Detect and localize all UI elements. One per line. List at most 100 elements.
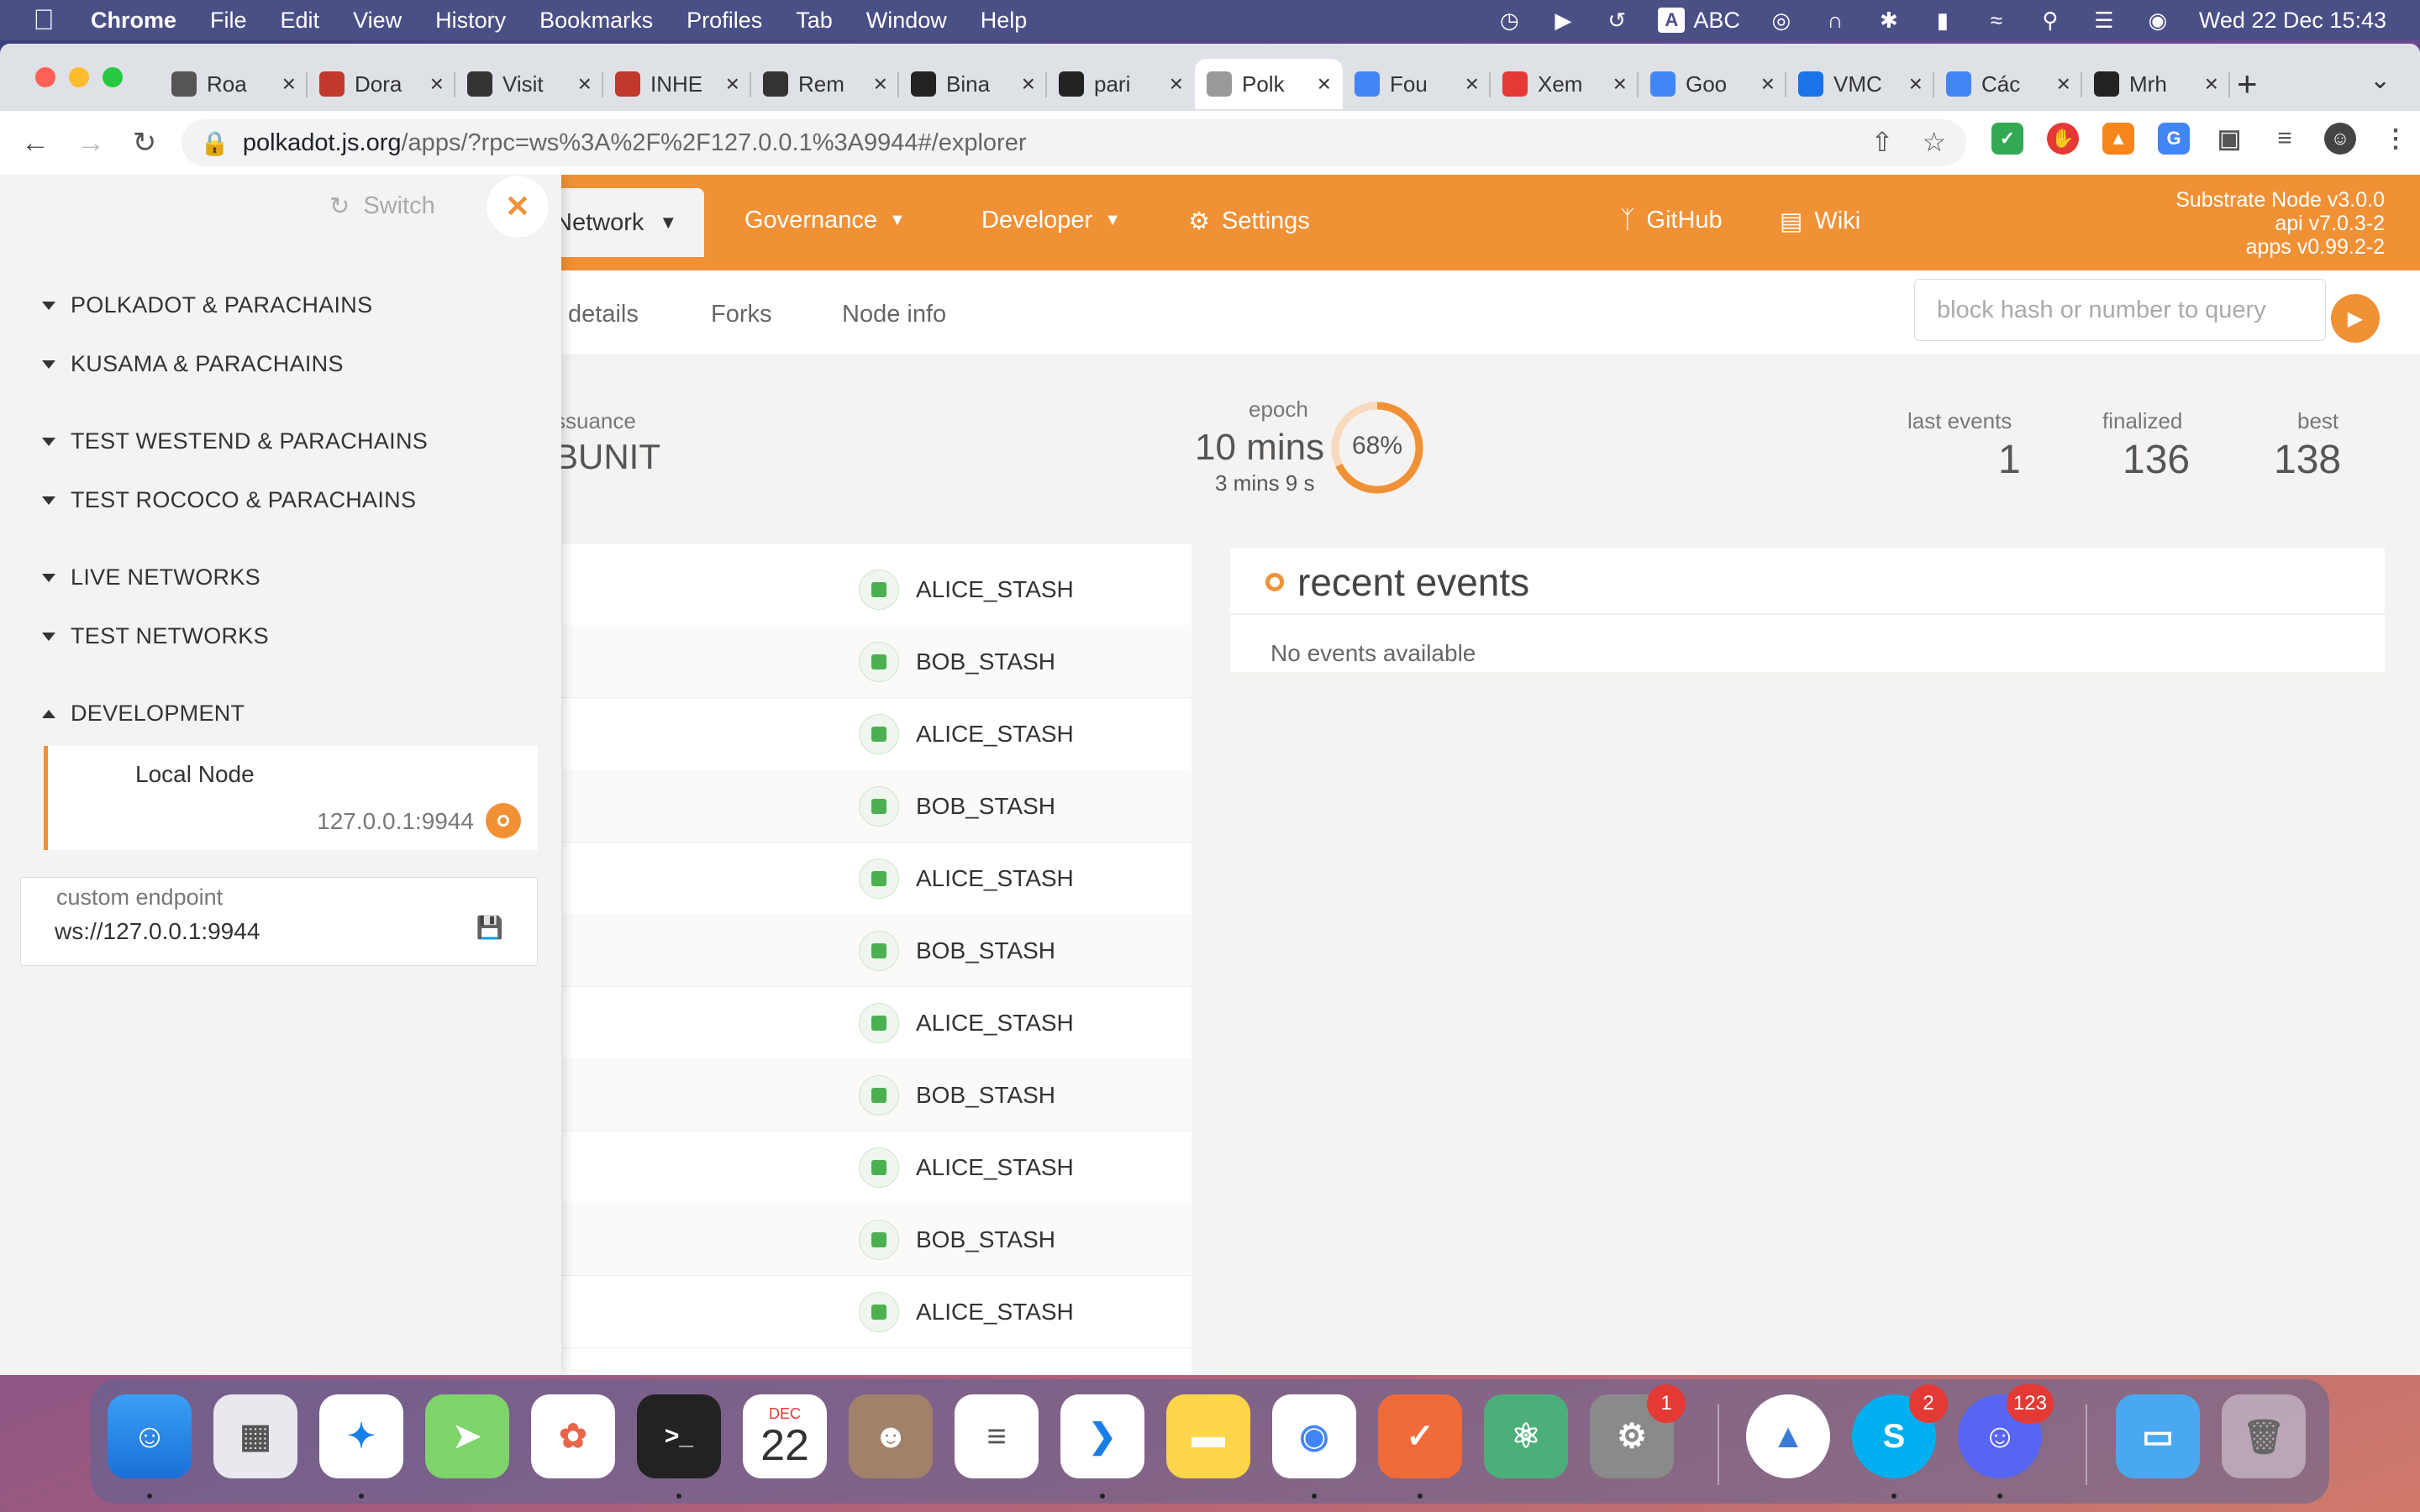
group-rococo[interactable]: TEST ROCOCO & PARACHAINS [42, 487, 416, 513]
browser-tab[interactable]: Visit × [455, 59, 603, 109]
menu-help[interactable]: Help [981, 8, 1028, 34]
postman-icon[interactable]: ✓ [1378, 1394, 1462, 1478]
block-author[interactable]: ALICE_STASH [916, 721, 1074, 748]
browser-tab[interactable]: Xem × [1491, 59, 1639, 109]
block-author[interactable]: BOB_STASH [916, 793, 1055, 820]
tab-close-icon[interactable]: × [726, 71, 739, 97]
tab-close-icon[interactable]: × [1170, 71, 1183, 97]
airdrop-icon[interactable]: ◎ [1769, 8, 1794, 33]
group-westend[interactable]: TEST WESTEND & PARACHAINS [42, 428, 428, 454]
system-preferences-icon[interactable]: ⚙ 1 [1590, 1384, 1686, 1478]
shield-extension-icon[interactable]: ✓ [1991, 123, 2023, 155]
input-source[interactable]: A ABC [1658, 8, 1740, 34]
trash-icon[interactable]: 🗑 [2222, 1394, 2306, 1478]
spotlight-search-icon[interactable]: ⚲ [2038, 8, 2063, 33]
browser-tab[interactable]: Goo × [1639, 59, 1786, 109]
block-row[interactable]: 47b545d2895f4570dd…ALICE_STASH [192, 986, 1192, 1059]
menu-profiles[interactable]: Profiles [687, 8, 762, 34]
block-author[interactable]: BOB_STASH [916, 1082, 1055, 1109]
lock-icon[interactable]: 🔒 [200, 129, 229, 157]
folder-icon[interactable]: ▭ [2116, 1394, 2200, 1478]
block-query-input[interactable] [1914, 279, 2326, 341]
metamask-extension-icon[interactable]: ▲ [2102, 123, 2134, 155]
menu-view[interactable]: View [353, 8, 402, 34]
block-author[interactable]: ALICE_STASH [916, 1299, 1074, 1326]
vscode-icon[interactable]: ❯ [1060, 1394, 1144, 1478]
menu-edit[interactable]: Edit [281, 8, 320, 34]
safari-icon[interactable]: ✦ [319, 1394, 403, 1478]
tab-close-icon[interactable]: × [1613, 71, 1627, 97]
wiki-link[interactable]: ▤ Wiki [1780, 207, 1860, 236]
block-author[interactable]: BOB_STASH [916, 937, 1055, 964]
menu-history[interactable]: History [435, 8, 506, 34]
block-author[interactable]: ALICE_STASH [916, 1154, 1074, 1181]
back-button[interactable]: ← [15, 123, 55, 163]
block-author[interactable]: ALICE_STASH [916, 576, 1074, 603]
block-row[interactable]: eda993723cd5b0f8fd…BOB_STASH [192, 625, 1192, 698]
group-kusama[interactable]: KUSAMA & PARACHAINS [42, 351, 344, 377]
browser-tab[interactable]: Dora × [308, 59, 455, 109]
group-development[interactable]: DEVELOPMENT [42, 701, 245, 727]
profile-avatar[interactable]: ☺ [2324, 123, 2356, 155]
tab-chain-details[interactable]: details [568, 301, 639, 328]
browser-tab[interactable]: Polk × [1195, 59, 1343, 109]
local-node-option[interactable]: Local Node 127.0.0.1:9944 [44, 746, 538, 850]
url-text[interactable]: polkadot.js.org/apps/?rpc=ws%3A%2F%2F127… [243, 129, 1027, 157]
play-status-icon[interactable]: ▶ [1550, 8, 1576, 33]
chrome-menu-icon[interactable]: ⋮ [2380, 123, 2412, 155]
developer-menu[interactable]: Developer ▼ [981, 207, 1121, 234]
bookmark-star-icon[interactable]: ☆ [1922, 126, 1946, 158]
tab-close-icon[interactable]: × [282, 71, 296, 97]
tab-node-info[interactable]: Node info [842, 301, 946, 328]
switch-button[interactable]: ↻ Switch [329, 192, 435, 221]
bluetooth-icon[interactable]: ✱ [1876, 8, 1902, 33]
group-polkadot[interactable]: POLKADOT & PARACHAINS [42, 292, 372, 318]
browser-tab[interactable]: Fou × [1343, 59, 1491, 109]
custom-endpoint-input[interactable] [55, 918, 458, 945]
siri-icon[interactable]: ◉ [2145, 8, 2170, 33]
terminal-icon[interactable]: >_ [637, 1394, 721, 1478]
tab-close-icon[interactable]: × [1465, 71, 1479, 97]
query-play-button[interactable]: ▶ [2331, 294, 2380, 343]
close-sidebar-button[interactable]: ✕ [486, 175, 550, 239]
maximize-window-button[interactable] [103, 67, 123, 87]
apple-menu-icon[interactable]:  [30, 4, 57, 37]
adblock-extension-icon[interactable]: ✋ [2047, 123, 2079, 155]
tab-forks[interactable]: Forks [711, 301, 772, 328]
block-row[interactable]: c2e83e1833cc498ffb…BOB_STASH [192, 769, 1192, 843]
tab-close-icon[interactable]: × [2205, 71, 2218, 97]
reading-list-icon[interactable]: ≡ [2269, 123, 2301, 155]
contacts-icon[interactable]: ☻ [849, 1394, 933, 1478]
menu-bookmarks[interactable]: Bookmarks [539, 8, 653, 34]
group-test-networks[interactable]: TEST NETWORKS [42, 623, 269, 649]
block-author[interactable]: BOB_STASH [916, 648, 1055, 675]
battery-icon[interactable]: ▮ [1930, 8, 1955, 33]
block-row[interactable]: 7d31c85b2a74fc30be…BOB_STASH [192, 1058, 1192, 1131]
reminders-icon[interactable]: ≡ [955, 1394, 1039, 1478]
tab-close-icon[interactable]: × [1022, 71, 1035, 97]
calendar-icon[interactable]: DEC 22 [743, 1394, 827, 1478]
tab-close-icon[interactable]: × [874, 71, 887, 97]
android-studio-icon[interactable]: ▲ [1746, 1394, 1830, 1478]
block-author[interactable]: ALICE_STASH [916, 865, 1074, 892]
browser-tab[interactable]: Rem × [751, 59, 899, 109]
translate-extension-icon[interactable]: G [2158, 123, 2190, 155]
new-tab-button[interactable]: + [2237, 64, 2258, 104]
save-icon[interactable]: 💾 [476, 915, 503, 941]
block-author[interactable]: ALICE_STASH [916, 1010, 1074, 1037]
block-row[interactable]: 78f7b5fc7bcf98a5f4…BOB_STASH [192, 1203, 1192, 1276]
selected-radio-icon[interactable] [486, 803, 521, 838]
menu-app-name[interactable]: Chrome [91, 8, 176, 34]
reload-button[interactable]: ↻ [124, 123, 165, 163]
governance-menu[interactable]: Governance ▼ [744, 207, 906, 234]
launchpad-icon[interactable]: ▦ [213, 1394, 297, 1478]
block-row[interactable]: bd464fddff35e7867c…ALICE_STASH [192, 842, 1192, 915]
share-icon[interactable]: ⇧ [1871, 126, 1894, 158]
tab-close-icon[interactable]: × [578, 71, 592, 97]
wifi-icon[interactable]: ≈ [1984, 8, 2009, 33]
chrome-icon[interactable]: ◉ [1272, 1394, 1356, 1478]
menu-window[interactable]: Window [866, 8, 947, 34]
block-author[interactable]: BOB_STASH [916, 1226, 1055, 1253]
notes-icon[interactable]: ▬ [1166, 1394, 1250, 1478]
settings-menu[interactable]: ⚙ Settings [1188, 207, 1310, 236]
